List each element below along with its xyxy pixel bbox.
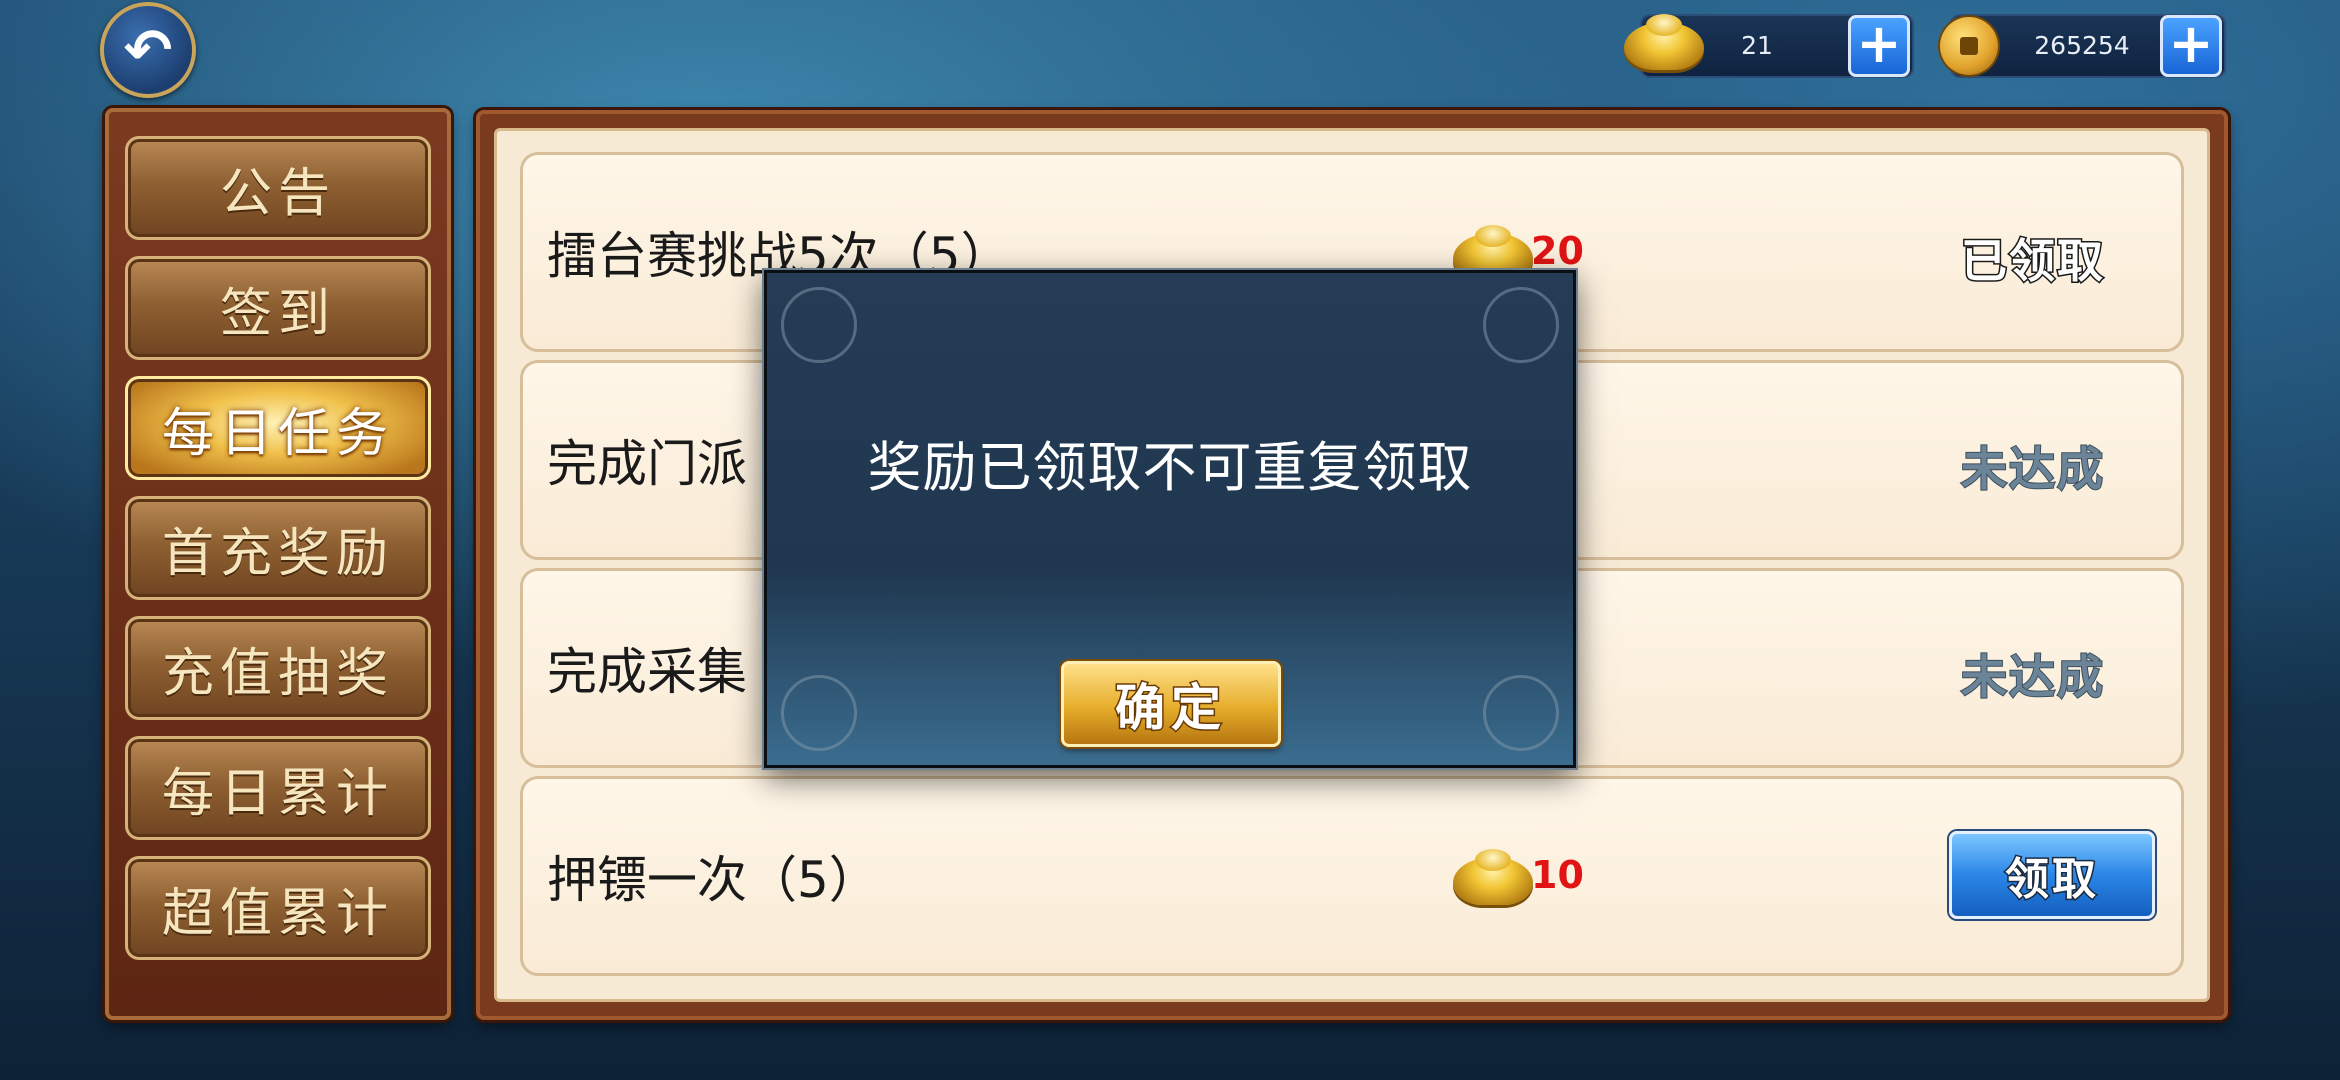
task-reward-amount: 20 [1531,229,1584,273]
copper-coin-icon [1940,17,1998,75]
reward-claimed-dialog: 奖励已领取不可重复领取 确定 [764,270,1576,768]
task-status-not-reached: 未达成 [1960,441,2105,497]
menu-item-first-recharge[interactable]: 首充奖励 [125,496,431,600]
confirm-button[interactable]: 确定 [1061,661,1281,747]
copper-coin-value: 265254 [2034,31,2130,60]
menu-item-announcement[interactable]: 公告 [125,136,431,240]
add-copper-button[interactable]: + [2160,15,2222,77]
back-button[interactable]: ↶ [100,2,196,98]
cloud-ornament-icon [781,675,857,751]
claim-reward-button[interactable]: 领取 [1949,831,2155,919]
dialog-message: 奖励已领取不可重复领取 [867,436,1473,499]
task-name: 完成采集 [547,643,747,701]
cloud-ornament-icon [1483,675,1559,751]
menu-item-daily-tasks[interactable]: 每日任务 [125,376,431,480]
task-reward-amount: 10 [1531,853,1584,897]
side-menu: 公告 签到 每日任务 首充奖励 充值抽奖 每日累计 超值累计 [105,108,451,1020]
menu-item-recharge-lottery[interactable]: 充值抽奖 [125,616,431,720]
cloud-ornament-icon [781,287,857,363]
task-name: 押镖一次（5） [547,851,879,909]
menu-item-sign-in[interactable]: 签到 [125,256,431,360]
gold-ingot-icon [1453,849,1533,905]
copper-coin-counter: 265254 + [1940,14,2226,78]
task-row: 押镖一次（5） 10 领取 [520,776,2184,976]
task-name: 完成门派 [547,435,747,493]
menu-item-super-cumulative[interactable]: 超值累计 [125,856,431,960]
gold-ingot-value: 21 [1741,31,1773,60]
gold-ingot-counter: 21 + [1624,14,1914,78]
menu-item-daily-cumulative[interactable]: 每日累计 [125,736,431,840]
cloud-ornament-icon [1483,287,1559,363]
task-status-claimed: 已领取 [1960,233,2105,290]
task-status-not-reached: 未达成 [1960,649,2105,705]
back-arrow-icon: ↶ [123,16,173,84]
add-gold-button[interactable]: + [1848,15,1910,77]
